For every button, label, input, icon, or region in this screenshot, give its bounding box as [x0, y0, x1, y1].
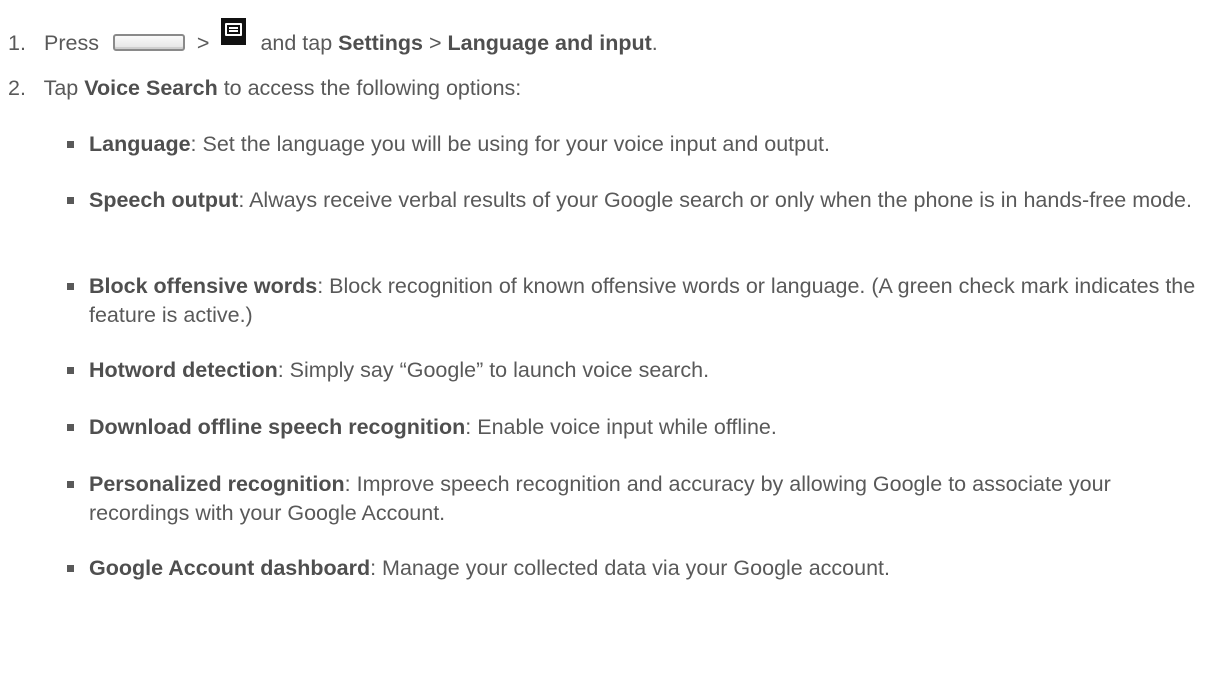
option-term: Language	[89, 132, 191, 156]
option-item-speech-output: Speech output: Always receive verbal res…	[67, 186, 1204, 215]
bullet-icon	[67, 565, 74, 572]
option-item-block-offensive-words: Block offensive words: Block recognition…	[67, 272, 1204, 329]
option-term: Google Account dashboard	[89, 556, 371, 580]
bullet-icon	[67, 481, 74, 488]
language-and-input-term: Language and input	[447, 31, 652, 55]
step-text-tap: Tap	[43, 76, 79, 100]
option-term: Speech output	[89, 188, 239, 212]
option-item-hotword-detection: Hotword detection: Simply say “Google” t…	[67, 356, 1204, 385]
option-desc: : Set the language you will be using for…	[190, 132, 830, 156]
option-desc: : Enable voice input while offline.	[465, 415, 777, 439]
step-text-rest: to access the following options:	[223, 76, 522, 100]
option-item-language: Language: Set the language you will be u…	[67, 130, 1204, 159]
step-number: 2.	[8, 76, 26, 100]
option-item-google-account-dashboard: Google Account dashboard: Manage your co…	[67, 554, 1204, 583]
instructions-document: 1. Press > and tap Settings > Language a…	[0, 0, 1210, 690]
step-end: .	[651, 31, 658, 55]
option-term: Download offline speech recognition	[89, 415, 466, 439]
option-desc: : Manage your collected data via your Go…	[370, 556, 891, 580]
bullet-icon	[67, 367, 74, 374]
option-term: Block offensive words	[89, 274, 318, 298]
bullet-icon	[67, 283, 74, 290]
home-key-icon	[112, 34, 185, 51]
step-text-and-tap: and tap	[260, 31, 333, 55]
menu-key-icon	[221, 18, 247, 45]
option-term: Personalized recognition	[89, 472, 345, 496]
option-item-download-offline: Download offline speech recognition: Ena…	[67, 413, 1204, 442]
voice-search-term: Voice Search	[84, 76, 218, 100]
step-separator: >	[428, 31, 442, 55]
bullet-icon	[67, 424, 74, 431]
option-item-personalized-recognition: Personalized recognition: Improve speech…	[67, 470, 1204, 527]
option-desc: : Simply say “Google” to launch voice se…	[277, 358, 710, 382]
bullet-icon	[67, 197, 74, 204]
step-1: 1. Press > and tap Settings > Language a…	[8, 18, 658, 57]
step-number: 1.	[8, 31, 26, 55]
option-term: Hotword detection	[89, 358, 278, 382]
step-separator: >	[196, 31, 210, 55]
option-desc: : Always receive verbal results of your …	[238, 188, 1192, 212]
step-2: 2. Tap Voice Search to access the follow…	[8, 74, 521, 102]
step-text-press: Press	[43, 31, 99, 55]
bullet-icon	[67, 141, 74, 148]
settings-term: Settings	[338, 31, 423, 55]
